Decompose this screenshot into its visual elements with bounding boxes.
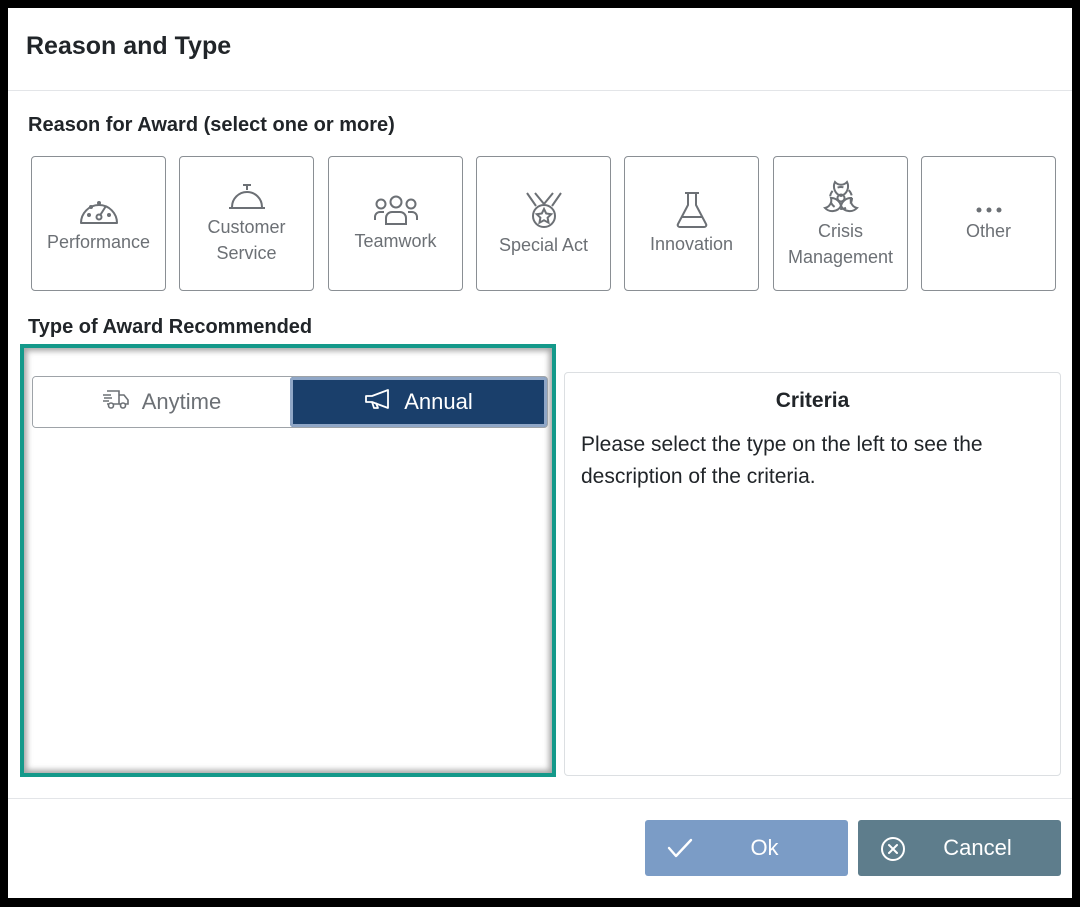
award-type-panel: Anytime Annual (20, 344, 556, 777)
people-group-icon (373, 194, 419, 226)
cancel-button-label: Cancel (943, 835, 1012, 860)
ok-button[interactable]: Ok (645, 820, 848, 876)
speedometer-icon (78, 193, 120, 227)
biohazard-icon (821, 178, 861, 216)
anytime-option-button[interactable]: Anytime (33, 377, 290, 427)
service-bell-icon (227, 182, 267, 212)
cancel-button[interactable]: Cancel (858, 820, 1061, 876)
header-divider (8, 90, 1072, 91)
criteria-title: Criteria (775, 389, 850, 412)
reason-tile-special-act[interactable]: Special Act (476, 156, 611, 291)
reason-tile-label: Innovation (649, 233, 734, 254)
reason-tile-label: Customer Service (207, 216, 286, 263)
reason-tile-label: Teamwork (354, 230, 437, 251)
type-section-label: Type of Award Recommended (28, 316, 313, 338)
ellipsis-icon (974, 204, 1004, 216)
annual-option-label: Annual (404, 389, 473, 414)
reason-and-type-dialog: Reason and Type Reason for Award (select… (8, 8, 1072, 898)
award-type-toggle: Anytime Annual (32, 376, 548, 428)
criteria-panel: Criteria Please select the type on the l… (564, 372, 1061, 776)
annual-option-button[interactable]: Annual (290, 377, 547, 427)
reason-tile-performance[interactable]: Performance (31, 156, 166, 291)
medal-icon (524, 190, 564, 230)
delivery-truck-icon (102, 388, 130, 416)
ok-button-label: Ok (750, 835, 779, 860)
criteria-description: Please select the type on the left to se… (581, 433, 983, 488)
flask-icon (675, 191, 709, 229)
anytime-option-label: Anytime (141, 389, 222, 414)
reason-tile-other[interactable]: Other (921, 156, 1056, 291)
reason-tile-label: Special Act (498, 234, 589, 255)
reason-section-label: Reason for Award (select one or more) (28, 114, 395, 136)
reason-tile-label: Other (965, 220, 1012, 241)
megaphone-icon (364, 388, 392, 416)
reason-tile-crisis-management[interactable]: Crisis Management (773, 156, 908, 291)
footer-divider (8, 798, 1072, 799)
reason-tile-customer-service[interactable]: Customer Service (179, 156, 314, 291)
reason-tile-innovation[interactable]: Innovation (624, 156, 759, 291)
reason-tile-label: Crisis Management (787, 220, 894, 267)
reason-tile-label: Performance (46, 231, 151, 252)
dialog-title: Reason and Type (26, 32, 232, 60)
reason-tile-teamwork[interactable]: Teamwork (328, 156, 463, 291)
